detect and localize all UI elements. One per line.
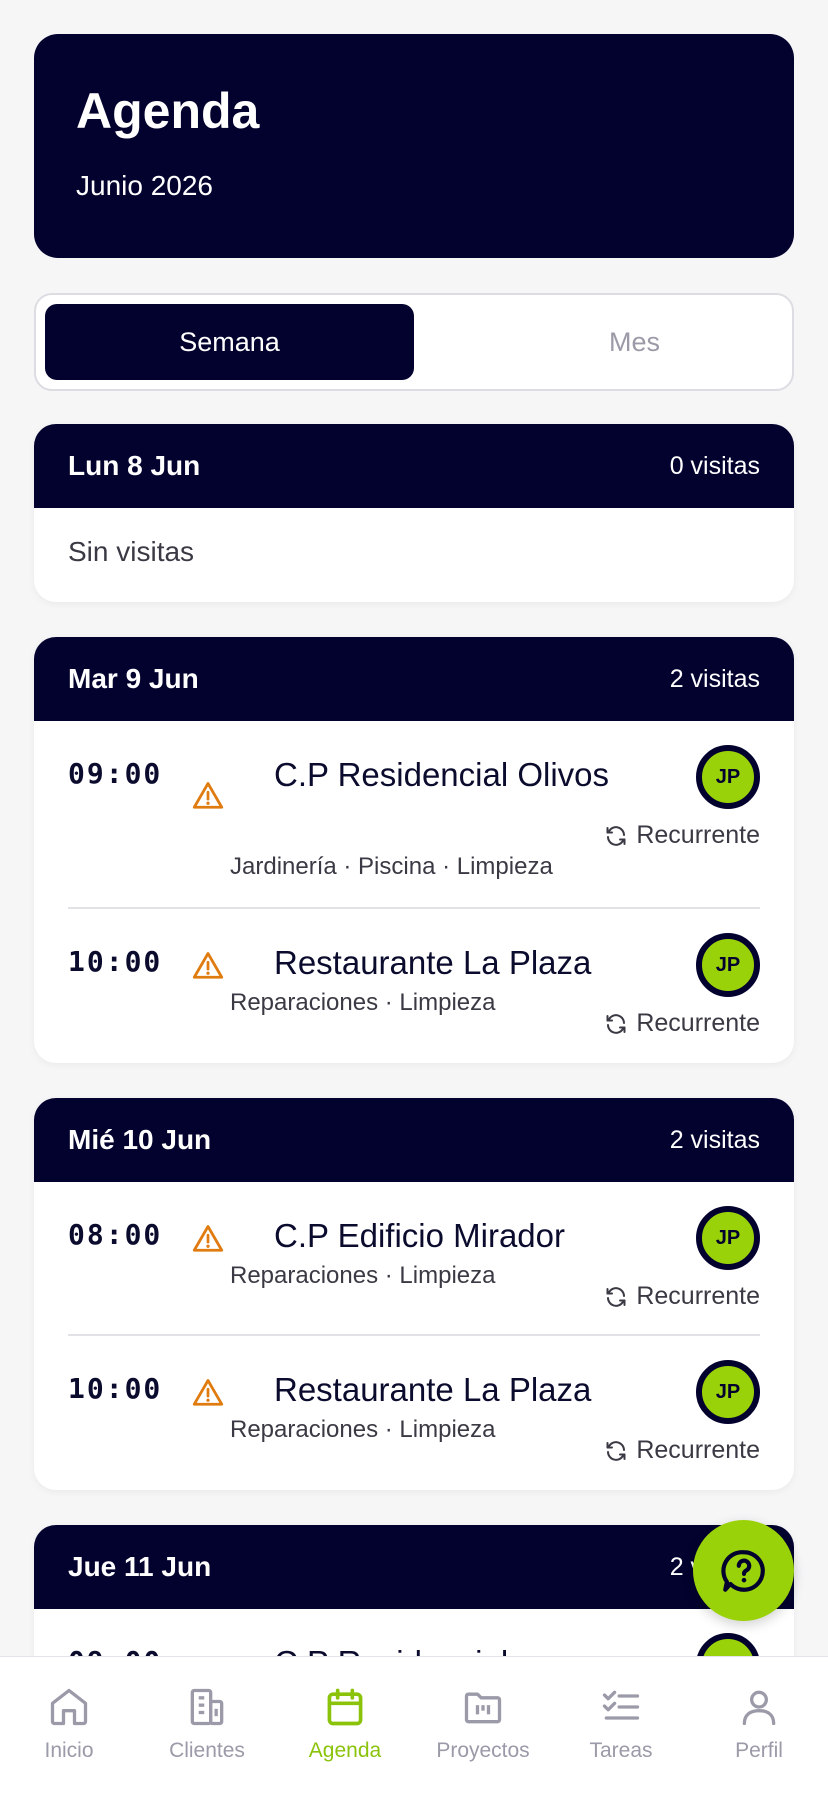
visit-services: Reparaciones · Limpieza [230, 1262, 496, 1289]
visit-client-name: C.P Residencial Olivos [274, 756, 610, 793]
visit-row[interactable]: 10:00 Restaurante La Plaza Reparaciones … [68, 909, 760, 1063]
avatar: JP [696, 1206, 760, 1270]
avatar: JP [696, 1360, 760, 1424]
folder-icon [464, 1692, 502, 1724]
tab-tareas[interactable]: Tareas [552, 1657, 690, 1793]
visit-client-name: C.P Edificio Mirador [274, 1217, 565, 1254]
agenda-header: Agenda Junio 2026 [34, 34, 794, 258]
day-card-mie-10: Mié 10 Jun 2 visitas 08:00 C.P Edificio … [34, 1098, 794, 1490]
tab-agenda[interactable]: Agenda [276, 1657, 414, 1793]
building-icon [190, 1688, 224, 1726]
recurrent-label: Recurrente [636, 1436, 760, 1464]
recurrent-badge: Recurrente [604, 1009, 760, 1038]
visit-client-name: Restaurante La Plaza [274, 944, 592, 981]
refresh-icon [606, 1013, 626, 1034]
day-label: Mar 9 Jun [68, 663, 199, 694]
tab-label: Inicio [44, 1739, 94, 1762]
visit-time: 10:00 [68, 1372, 163, 1405]
visit-services: Reparaciones · Limpieza [230, 1416, 496, 1443]
day-card-lun-8: Lun 8 Jun 0 visitas Sin visitas [34, 424, 794, 602]
visit-row[interactable]: 10:00 Restaurante La Plaza Reparaciones … [68, 1336, 760, 1490]
recurrent-badge: Recurrente [604, 1282, 760, 1311]
tab-proyectos[interactable]: Proyectos [414, 1657, 552, 1793]
tasks-icon [602, 1690, 640, 1720]
tab-label: Proyectos [436, 1739, 530, 1762]
tab-label: Tareas [589, 1739, 653, 1762]
day-header: Mié 10 Jun 2 visitas [34, 1098, 794, 1182]
avatar: JP [696, 933, 760, 997]
month-label: Junio 2026 [76, 170, 214, 201]
day-header: Jue 11 Jun 2 visitas [34, 1525, 794, 1609]
empty-state: Sin visitas [68, 536, 195, 567]
recurrent-label: Recurrente [636, 1282, 760, 1310]
visit-row[interactable]: 08:00 C.P Edificio Mirador Reparaciones … [68, 1182, 760, 1336]
visit-count: 2 visitas [669, 1125, 760, 1154]
recurrent-badge: Recurrente [604, 1436, 760, 1465]
help-chat-icon [720, 1549, 765, 1592]
tab-week[interactable]: Semana [45, 304, 414, 380]
help-button[interactable] [693, 1520, 794, 1621]
warning-icon [192, 782, 224, 809]
calendar-icon [327, 1688, 363, 1726]
warning-icon [192, 952, 224, 979]
visit-services: Reparaciones · Limpieza [230, 989, 496, 1016]
recurrent-badge: Recurrente [604, 821, 760, 850]
tab-clientes[interactable]: Clientes [138, 1657, 276, 1793]
tab-perfil[interactable]: Perfil [690, 1657, 828, 1793]
refresh-icon [606, 1440, 626, 1461]
refresh-icon [606, 825, 626, 846]
visit-time: 10:00 [68, 945, 163, 978]
tab-label: Agenda [308, 1739, 382, 1762]
day-label: Jue 11 Jun [68, 1551, 212, 1582]
refresh-icon [606, 1286, 626, 1307]
day-label: Lun 8 Jun [68, 450, 201, 481]
view-toggle: Semana Mes [34, 293, 794, 391]
bottom-tab-bar: Inicio Clientes Agenda Proyectos Tareas … [0, 1656, 828, 1793]
warning-icon [192, 1225, 224, 1252]
recurrent-label: Recurrente [636, 821, 760, 849]
visit-row[interactable]: 09:00 C.P Residencial Olivos Jardinería … [68, 721, 760, 909]
home-icon [50, 1688, 88, 1726]
visit-time: 08:00 [68, 1218, 163, 1251]
recurrent-label: Recurrente [636, 1009, 760, 1037]
day-card-mar-9: Mar 9 Jun 2 visitas 09:00 C.P Residencia… [34, 637, 794, 1063]
day-header: Mar 9 Jun 2 visitas [34, 637, 794, 721]
tab-month[interactable]: Mes [450, 304, 819, 380]
tab-label: Perfil [735, 1739, 783, 1762]
day-label: Mié 10 Jun [68, 1124, 212, 1155]
page-title: Agenda [76, 83, 260, 139]
visit-count: 2 visitas [669, 664, 760, 693]
tab-label: Clientes [169, 1739, 245, 1762]
visit-services: Jardinería · Piscina · Limpieza [230, 853, 553, 880]
avatar: JP [696, 745, 760, 809]
visit-time: 09:00 [68, 757, 163, 790]
day-header: Lun 8 Jun 0 visitas [34, 424, 794, 508]
warning-icon [192, 1379, 224, 1406]
tab-inicio[interactable]: Inicio [0, 1657, 138, 1793]
user-icon [742, 1690, 776, 1726]
visit-client-name: Restaurante La Plaza [274, 1371, 592, 1408]
visit-count: 0 visitas [669, 451, 760, 480]
